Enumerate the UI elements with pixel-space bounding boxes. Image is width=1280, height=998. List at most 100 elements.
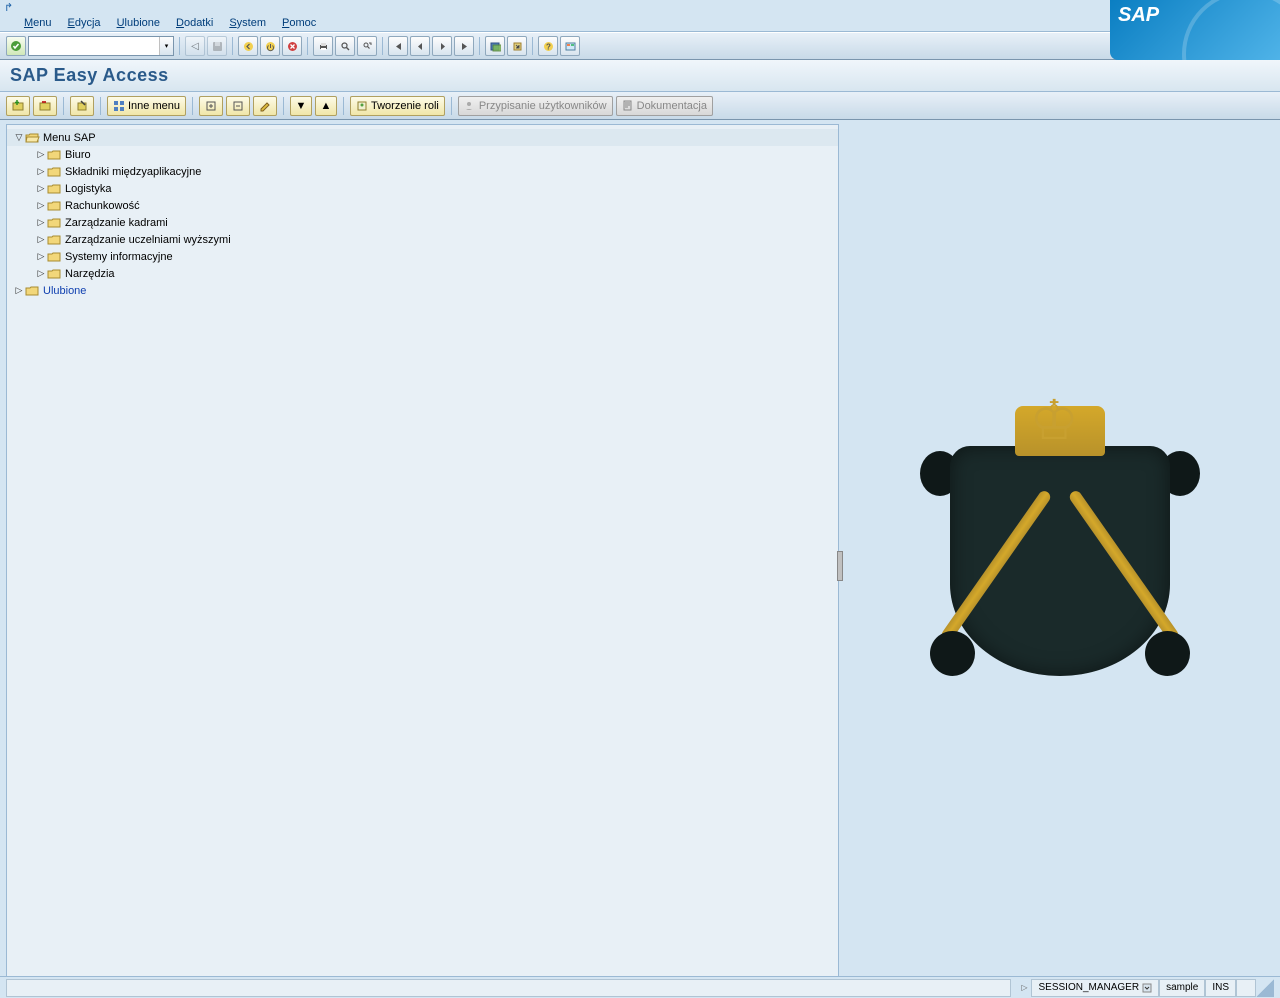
add-favorite-button[interactable] [6, 96, 30, 116]
status-mode-label: INS [1212, 982, 1229, 993]
collapse-arrow-icon[interactable]: ▷ [35, 200, 47, 211]
menubar: Menu Edycja Ulubione Dodatki System Pomo… [0, 14, 1280, 32]
collapse-arrow-icon[interactable]: ▷ [35, 268, 47, 279]
toolbar-separator [532, 37, 533, 55]
documentation-button: Dokumentacja [616, 96, 713, 116]
cancel-button[interactable] [282, 36, 302, 56]
assign-users-label: Przypisanie użytkowników [479, 100, 607, 112]
find-button[interactable] [335, 36, 355, 56]
nav-arrow-icon[interactable]: ↱ [4, 1, 13, 14]
resize-grip-icon[interactable] [1256, 979, 1274, 997]
folder-closed-icon [47, 217, 62, 229]
delete-favorite-button[interactable] [33, 96, 57, 116]
collapse-arrow-icon[interactable]: ▷ [35, 217, 47, 228]
menu-system[interactable]: System [221, 17, 274, 29]
navigation-tree-panel: ▽ Menu SAP ▷ Biuro ▷ Składniki międzyapl… [6, 124, 839, 978]
toolbar-separator [451, 97, 452, 115]
customize-button[interactable] [560, 36, 580, 56]
folder-closed-icon [47, 149, 62, 161]
move-up-button[interactable]: ▲ [315, 96, 337, 116]
folder-closed-icon [47, 268, 62, 280]
create-role-label: Tworzenie roli [371, 100, 439, 112]
generate-shortcut-button[interactable] [507, 36, 527, 56]
toolbar-separator [307, 37, 308, 55]
expand-button[interactable] [199, 96, 223, 116]
application-toolbar: Inne menu ▼ ▲ Tworzenie roli Przypisanie… [0, 92, 1280, 120]
change-favorite-button[interactable] [70, 96, 94, 116]
collapse-arrow-icon[interactable]: ▷ [35, 183, 47, 194]
enter-button[interactable] [6, 36, 26, 56]
status-expand-icon[interactable]: ▷ [1017, 983, 1031, 992]
tree-node-uczelnie[interactable]: ▷ Zarządzanie uczelniami wyższymi [7, 231, 838, 248]
print-button[interactable] [313, 36, 333, 56]
crest-image [930, 406, 1190, 696]
tree-label: Biuro [65, 149, 91, 161]
tree-root-sap-menu[interactable]: ▽ Menu SAP [7, 129, 838, 146]
documentation-label: Dokumentacja [637, 100, 707, 112]
collapse-arrow-icon[interactable]: ▷ [35, 234, 47, 245]
status-transaction[interactable]: SESSION_MANAGER [1031, 979, 1159, 997]
back-button[interactable] [238, 36, 258, 56]
other-menu-label: Inne menu [128, 100, 180, 112]
tree-label: Ulubione [43, 285, 86, 297]
tree-node-rachunkowosc[interactable]: ▷ Rachunkowość [7, 197, 838, 214]
tree-node-skladniki[interactable]: ▷ Składniki międzyaplikacyjne [7, 163, 838, 180]
toolbar-separator [343, 97, 344, 115]
toolbar-separator [382, 37, 383, 55]
tree-label: Zarządzanie kadrami [65, 217, 168, 229]
save-icon-button[interactable] [207, 36, 227, 56]
command-history-dropdown[interactable]: ▾ [159, 37, 173, 55]
tree-label: Logistyka [65, 183, 111, 195]
toolbar-separator [232, 37, 233, 55]
tree-label: Rachunkowość [65, 200, 140, 212]
collapse-arrow-icon[interactable]: ▷ [35, 251, 47, 262]
main-content: ▽ Menu SAP ▷ Biuro ▷ Składniki międzyapl… [0, 120, 1280, 982]
prev-page-button[interactable] [410, 36, 430, 56]
next-page-button[interactable] [432, 36, 452, 56]
svg-text:?: ? [546, 42, 551, 51]
save-button[interactable]: ◁ [185, 36, 205, 56]
tree-node-kadry[interactable]: ▷ Zarządzanie kadrami [7, 214, 838, 231]
status-transaction-label: SESSION_MANAGER [1038, 982, 1139, 993]
menu-ulubione[interactable]: Ulubione [109, 17, 168, 29]
tree-label: Menu SAP [43, 132, 96, 144]
exit-button[interactable] [260, 36, 280, 56]
collapse-arrow-icon[interactable]: ▷ [35, 149, 47, 160]
folder-closed-icon [25, 285, 40, 297]
page-title: SAP Easy Access [10, 65, 169, 86]
sap-logo: SAP [1110, 0, 1280, 60]
menu-pomoc[interactable]: Pomoc [274, 17, 324, 29]
collapse-button[interactable] [226, 96, 250, 116]
status-empty-cell [1236, 979, 1256, 997]
edit-button[interactable] [253, 96, 277, 116]
command-field[interactable] [29, 37, 159, 55]
last-page-button[interactable] [454, 36, 474, 56]
toolbar-separator [192, 97, 193, 115]
first-page-button[interactable] [388, 36, 408, 56]
other-menu-button[interactable]: Inne menu [107, 96, 186, 116]
find-next-button[interactable] [357, 36, 377, 56]
menu-menu[interactable]: Menu [16, 17, 60, 29]
status-system[interactable]: sample [1159, 979, 1205, 997]
folder-closed-icon [47, 251, 62, 263]
expand-arrow-icon[interactable]: ▽ [13, 132, 25, 143]
folder-closed-icon [47, 200, 62, 212]
tree-node-biuro[interactable]: ▷ Biuro [7, 146, 838, 163]
folder-closed-icon [47, 166, 62, 178]
tree-node-narzedzia[interactable]: ▷ Narzędzia [7, 265, 838, 282]
tree-favorites[interactable]: ▷ Ulubione [7, 282, 838, 299]
toolbar-separator [479, 37, 480, 55]
collapse-arrow-icon[interactable]: ▷ [35, 166, 47, 177]
help-button[interactable]: ? [538, 36, 558, 56]
tree-node-systemy[interactable]: ▷ Systemy informacyjne [7, 248, 838, 265]
menu-edycja[interactable]: Edycja [60, 17, 109, 29]
tree-node-logistyka[interactable]: ▷ Logistyka [7, 180, 838, 197]
status-insert-mode[interactable]: INS [1205, 979, 1236, 997]
menu-dodatki[interactable]: Dodatki [168, 17, 221, 29]
tree-label: Systemy informacyjne [65, 251, 173, 263]
collapse-arrow-icon[interactable]: ▷ [13, 285, 25, 296]
create-role-button[interactable]: Tworzenie roli [350, 96, 445, 116]
splitter-handle[interactable] [837, 551, 843, 581]
move-down-button[interactable]: ▼ [290, 96, 312, 116]
new-session-button[interactable] [485, 36, 505, 56]
